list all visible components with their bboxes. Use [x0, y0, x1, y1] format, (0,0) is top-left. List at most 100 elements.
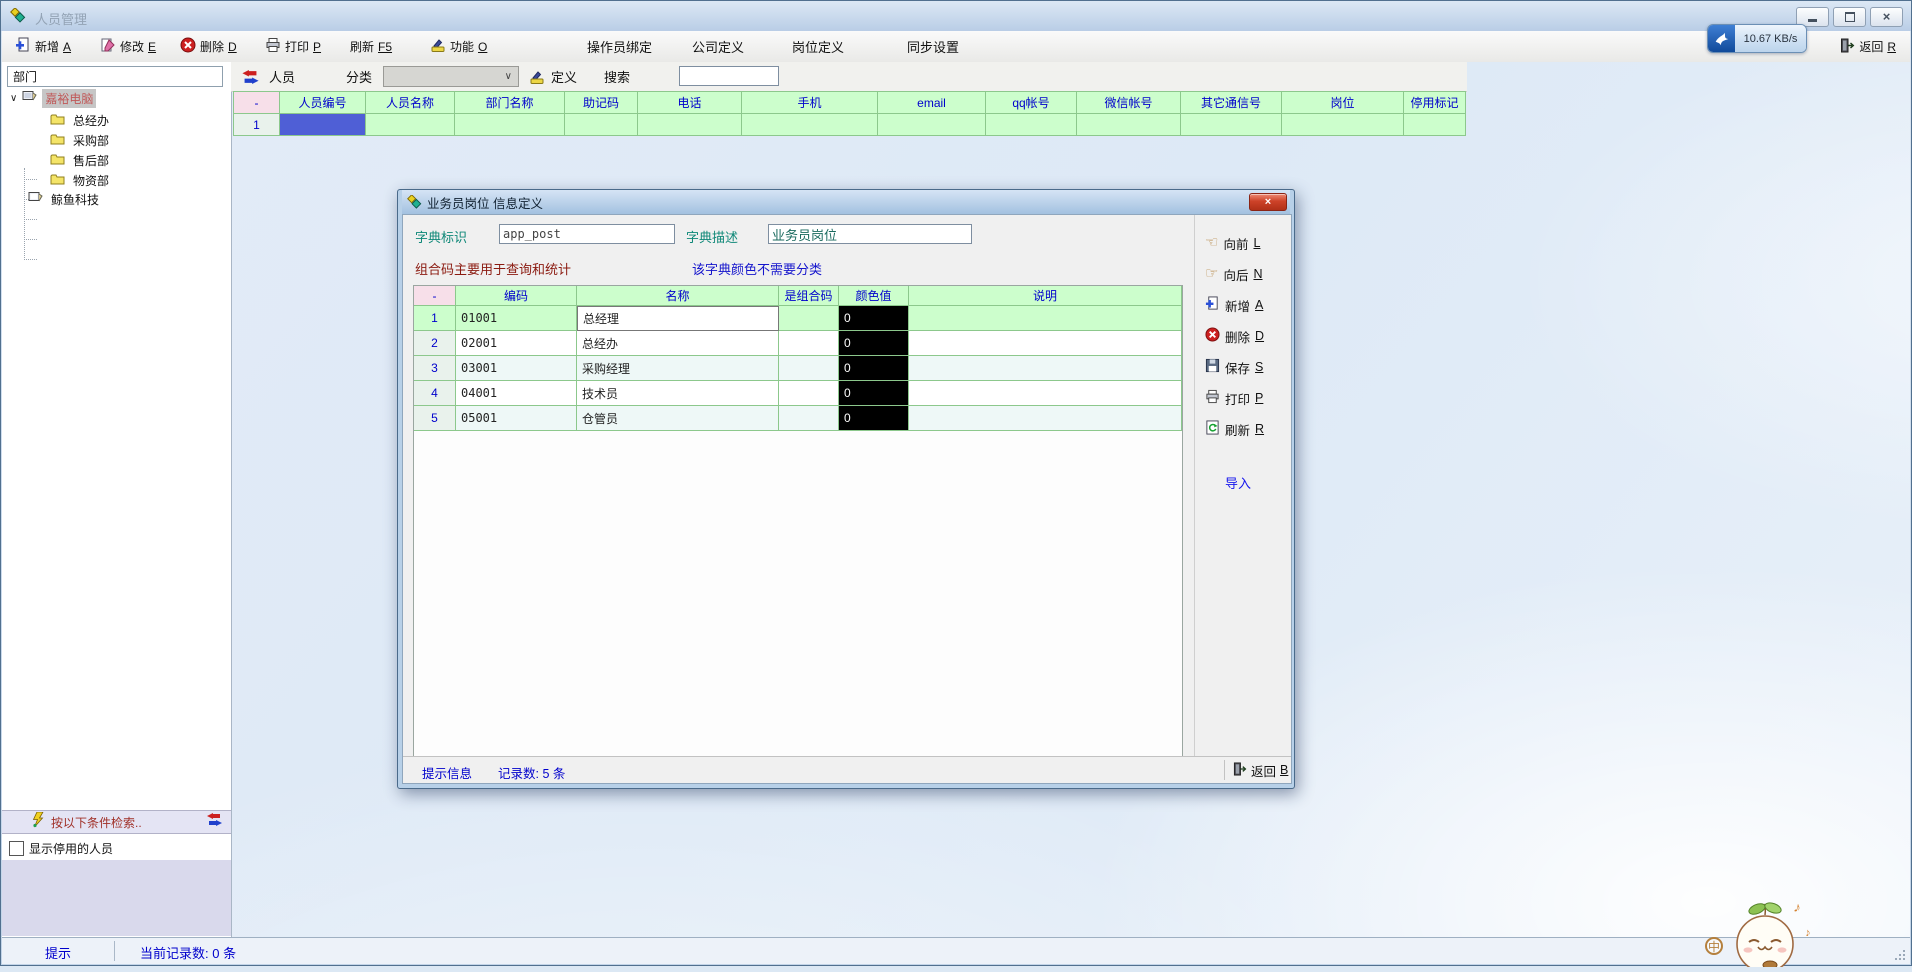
row-number-cell[interactable]: 3 [414, 356, 456, 381]
edit-button[interactable]: 修改E [97, 35, 159, 58]
ime-indicator[interactable]: 中 [1705, 937, 1723, 955]
prev-button[interactable]: ☜ 向前L [1205, 231, 1260, 255]
next-button[interactable]: ☞ 向后N [1205, 262, 1263, 286]
edit-icon [100, 37, 116, 56]
show-disabled-checkbox[interactable] [9, 841, 24, 856]
resize-grip[interactable] [1895, 950, 1905, 960]
grid-header: 部门名称 [455, 92, 565, 114]
tree-node-dept-1[interactable]: 总经办 [50, 110, 112, 130]
grid-cell[interactable] [986, 114, 1077, 136]
grid-header: 停用标记 [1404, 92, 1466, 114]
grid-cell[interactable] [742, 114, 878, 136]
hand-right-icon: ☞ [1205, 267, 1218, 281]
return-button[interactable]: 返回R [1840, 35, 1896, 58]
color-value-cell[interactable]: 0 [839, 331, 909, 356]
note-cell[interactable] [909, 331, 1182, 356]
add-button[interactable]: 新增A [12, 35, 74, 58]
grid-header-row: - 人员编号 人员名称 部门名称 助记码 电话 手机 email qq帐号 微信… [234, 92, 1466, 114]
maximize-button[interactable] [1833, 7, 1866, 27]
combo-cell[interactable] [779, 406, 839, 431]
delete-row-button[interactable]: 删除D [1205, 324, 1264, 348]
close-button[interactable]: × [1870, 7, 1903, 27]
chevron-expanded-icon[interactable]: ∨ [10, 93, 17, 104]
combo-cell[interactable] [779, 331, 839, 356]
name-cell[interactable]: 总经办 [577, 331, 779, 356]
print-button[interactable]: 打印P [1205, 386, 1263, 410]
grid-cell-selected[interactable] [280, 114, 366, 136]
grid-cell[interactable] [1077, 114, 1181, 136]
note-cell[interactable] [909, 406, 1182, 431]
row-number-cell[interactable]: 4 [414, 381, 456, 406]
bird-icon [1708, 25, 1735, 52]
color-value-cell[interactable]: 0 [839, 356, 909, 381]
main-grid: - 人员编号 人员名称 部门名称 助记码 电话 手机 email qq帐号 微信… [233, 91, 1466, 136]
code-cell[interactable]: 02001 [456, 331, 577, 356]
search-condition-header[interactable]: 按以下条件检索.. [2, 810, 231, 834]
tree-node-dept-4[interactable]: 物资部 [50, 170, 112, 190]
code-cell[interactable]: 01001 [456, 306, 577, 331]
row-number-cell[interactable]: 2 [414, 331, 456, 356]
dialog-close-button[interactable]: × [1249, 193, 1287, 211]
color-value-cell[interactable]: 0 [839, 406, 909, 431]
delete-button[interactable]: 删除D [177, 35, 240, 58]
color-value-cell[interactable]: 0 [839, 381, 909, 406]
menu-operator-binding[interactable]: 操作员绑定 [587, 35, 652, 58]
swap-arrows-icon[interactable] [241, 66, 260, 87]
grid-cell[interactable] [1181, 114, 1282, 136]
menu-company-define[interactable]: 公司定义 [692, 35, 744, 58]
print-button[interactable]: 打印P [262, 35, 324, 58]
combo-cell[interactable] [779, 381, 839, 406]
name-cell[interactable]: 仓管员 [577, 406, 779, 431]
combo-cell[interactable] [779, 356, 839, 381]
exit-door-icon [1233, 762, 1247, 779]
grid-cell[interactable] [455, 114, 565, 136]
add-row-button[interactable]: 新增A [1205, 293, 1263, 317]
save-floppy-icon [1205, 358, 1220, 376]
note-cell[interactable] [909, 381, 1182, 406]
grid-cell[interactable] [366, 114, 455, 136]
define-button[interactable]: 定义 [551, 66, 577, 87]
refresh-button[interactable]: 刷新R [1205, 417, 1264, 441]
menu-post-define[interactable]: 岗位定义 [792, 35, 844, 58]
tree-node-company-1[interactable]: ∨ 嘉裕电脑 [10, 88, 96, 108]
grid-cell[interactable] [565, 114, 638, 136]
row-number-cell[interactable]: 1 [234, 114, 280, 136]
exit-door-icon [1840, 38, 1855, 56]
function-button[interactable]: 功能O [427, 35, 490, 58]
category-dropdown[interactable]: ∨ [383, 66, 519, 87]
refresh-button[interactable]: 刷新F5 [347, 35, 395, 58]
row-number-cell[interactable]: 1 [414, 306, 456, 331]
import-link[interactable]: 导入 [1225, 473, 1251, 492]
grid-header: 人员编号 [280, 92, 366, 114]
combo-cell[interactable] [779, 306, 839, 331]
dialog-return-button[interactable]: 返回B [1233, 759, 1288, 781]
swap-arrows-icon[interactable] [206, 813, 223, 831]
tree-node-company-2[interactable]: 鲸鱼科技 [28, 189, 102, 209]
code-cell[interactable]: 04001 [456, 381, 577, 406]
grid-cell[interactable] [878, 114, 986, 136]
code-cell[interactable]: 03001 [456, 356, 577, 381]
show-disabled-row[interactable]: 显示停用的人员 [2, 836, 113, 860]
dict-id-input[interactable] [499, 224, 675, 244]
grid-cell[interactable] [638, 114, 742, 136]
dict-desc-input[interactable] [768, 224, 972, 244]
sidebar-filter-panel [2, 860, 231, 936]
tree-node-dept-3[interactable]: 售后部 [50, 150, 112, 170]
note-cell[interactable] [909, 356, 1182, 381]
code-cell[interactable]: 05001 [456, 406, 577, 431]
grid-cell[interactable] [1282, 114, 1404, 136]
name-cell[interactable]: 总经理 [577, 306, 779, 331]
search-input[interactable] [679, 66, 779, 86]
note-cell[interactable] [909, 306, 1182, 331]
save-button[interactable]: 保存S [1205, 355, 1263, 379]
app-icon [10, 8, 26, 29]
menu-sync-settings[interactable]: 同步设置 [907, 35, 959, 58]
color-value-cell[interactable]: 0 [839, 306, 909, 331]
grid-cell[interactable] [1404, 114, 1466, 136]
row-number-cell[interactable]: 5 [414, 406, 456, 431]
name-cell[interactable]: 采购经理 [577, 356, 779, 381]
network-speed-widget[interactable]: 10.67 KB/s [1707, 24, 1807, 53]
person-tab-label[interactable]: 人员 [269, 66, 295, 87]
name-cell[interactable]: 技术员 [577, 381, 779, 406]
tree-node-dept-2[interactable]: 采购部 [50, 130, 112, 150]
